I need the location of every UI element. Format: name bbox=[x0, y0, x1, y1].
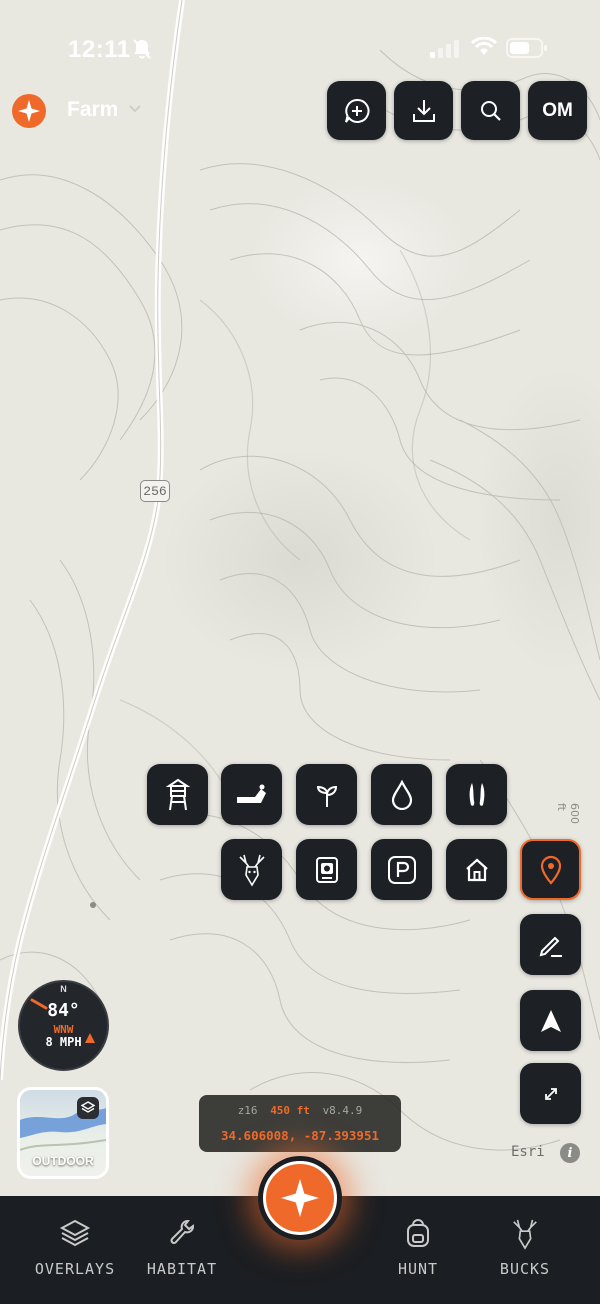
add-comment-button[interactable] bbox=[327, 81, 386, 140]
info-icon[interactable]: i bbox=[560, 1143, 580, 1163]
food-plot-icon bbox=[316, 785, 337, 807]
basemap-layer-button[interactable]: OUTDOOR bbox=[17, 1087, 109, 1179]
nav-habitat-label: HABITAT bbox=[146, 1260, 218, 1278]
layers-icon bbox=[77, 1097, 99, 1119]
stand-icon bbox=[165, 778, 190, 810]
camera-icon bbox=[315, 856, 338, 883]
wrench-icon bbox=[170, 1220, 194, 1244]
marker-parking-button[interactable] bbox=[371, 839, 432, 900]
blind-icon bbox=[236, 784, 266, 803]
nav-overlays-label: OVERLAYS bbox=[34, 1260, 116, 1278]
draw-button[interactable] bbox=[520, 914, 581, 975]
nav-hunt[interactable]: HUNT bbox=[384, 1196, 452, 1304]
nav-bucks-label: BUCKS bbox=[499, 1260, 551, 1278]
map-attribution: Esri bbox=[511, 1144, 545, 1160]
app-version: v8.4.9 bbox=[322, 1104, 363, 1117]
coordinates: 34.606008, -87.393951 bbox=[220, 1128, 380, 1143]
locate-me-button[interactable] bbox=[520, 990, 581, 1051]
app-star-icon bbox=[281, 1179, 319, 1217]
buck-icon bbox=[238, 854, 265, 887]
home-icon bbox=[465, 858, 488, 881]
location-pin-icon bbox=[540, 855, 561, 885]
download-button[interactable] bbox=[394, 81, 453, 140]
marker-water-button[interactable] bbox=[371, 764, 432, 825]
elevation-contour-label: 600 ft bbox=[555, 803, 581, 824]
cursor-elevation: 450 ft bbox=[270, 1104, 310, 1117]
pencil-icon bbox=[539, 936, 562, 957]
status-bar: 12:11 bbox=[0, 28, 600, 72]
status-time: 12:11 bbox=[68, 36, 131, 63]
add-pin-button[interactable] bbox=[520, 839, 581, 900]
marker-food-plot-button[interactable] bbox=[296, 764, 357, 825]
download-icon bbox=[412, 99, 435, 122]
expand-icon bbox=[544, 1087, 557, 1100]
map-name[interactable]: Farm bbox=[67, 98, 118, 122]
buck-head-icon bbox=[513, 1219, 537, 1250]
marker-stand-button[interactable] bbox=[147, 764, 208, 825]
nav-overlays[interactable]: OVERLAYS bbox=[22, 1196, 128, 1304]
map-info-row: z16 450 ft v8.4.9 bbox=[199, 1104, 401, 1117]
marker-blind-button[interactable] bbox=[221, 764, 282, 825]
wind-widget[interactable]: N 84° WNW 8 MPH bbox=[18, 980, 109, 1071]
chevron-down-icon[interactable] bbox=[128, 104, 142, 114]
app-logo-icon[interactable] bbox=[12, 94, 46, 128]
parking-icon bbox=[387, 855, 416, 884]
search-button[interactable] bbox=[461, 81, 520, 140]
marker-tracks-button[interactable] bbox=[446, 764, 507, 825]
navigation-arrow-icon bbox=[540, 1009, 561, 1032]
layers-icon bbox=[59, 1219, 91, 1247]
silent-bell-icon bbox=[133, 39, 151, 59]
backpack-icon bbox=[407, 1219, 429, 1247]
account-button[interactable]: OM bbox=[528, 81, 587, 140]
tracks-icon bbox=[469, 782, 484, 806]
zoom-level: z16 bbox=[237, 1104, 258, 1117]
temperature: 84° bbox=[47, 1000, 80, 1021]
nav-hunt-label: HUNT bbox=[397, 1260, 439, 1278]
compass-north: N bbox=[60, 984, 67, 994]
water-icon bbox=[391, 779, 412, 810]
wifi-icon bbox=[471, 37, 497, 55]
cellular-signal-icon bbox=[430, 40, 459, 58]
battery-icon bbox=[506, 38, 547, 58]
map-info-panel: z16 450 ft v8.4.9 34.606008, -87.393951 bbox=[199, 1095, 401, 1152]
road-label: 256 bbox=[140, 480, 170, 502]
search-icon bbox=[480, 100, 501, 121]
marker-camera-button[interactable] bbox=[296, 839, 357, 900]
marker-home-button[interactable] bbox=[446, 839, 507, 900]
wind-arrow-tip-icon bbox=[85, 1033, 95, 1043]
nav-habitat[interactable]: HABITAT bbox=[140, 1196, 224, 1304]
nav-home-button[interactable] bbox=[258, 1156, 342, 1240]
basemap-label: OUTDOOR bbox=[32, 1154, 94, 1168]
nav-bucks[interactable]: BUCKS bbox=[490, 1196, 560, 1304]
chat-plus-icon bbox=[344, 98, 369, 123]
marker-buck-button[interactable] bbox=[221, 839, 282, 900]
expand-button[interactable] bbox=[520, 1063, 581, 1124]
